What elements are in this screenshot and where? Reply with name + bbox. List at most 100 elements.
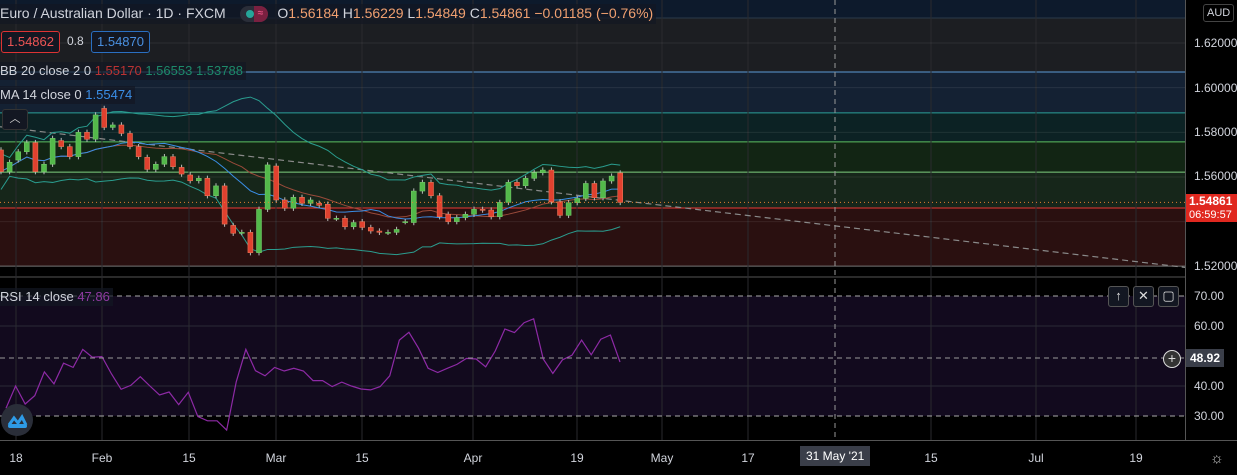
candle-body bbox=[118, 124, 125, 134]
candle-body bbox=[514, 182, 520, 186]
time-tick: Mar bbox=[265, 451, 287, 465]
symbol-title[interactable]: Euro / Australian Dollar · 1D · FXCM bbox=[0, 5, 226, 21]
bar-countdown: 06:59:57 bbox=[1189, 209, 1232, 221]
bb-legend[interactable]: BB 20 close 2 0 1.55170 1.56553 1.53788 bbox=[0, 62, 246, 80]
fib-band bbox=[0, 112, 1185, 142]
candle-body bbox=[522, 178, 529, 186]
candle-body bbox=[574, 198, 580, 203]
rsi-tick: 30.00 bbox=[1194, 409, 1225, 423]
candle-body bbox=[333, 218, 340, 220]
time-tick: 15 bbox=[182, 451, 196, 465]
candle-body bbox=[24, 142, 30, 152]
candle-body bbox=[342, 218, 348, 228]
candle-body bbox=[256, 209, 262, 253]
rsi-tick: 70.00 bbox=[1194, 289, 1225, 303]
add-plus-icon[interactable]: + bbox=[1163, 350, 1181, 368]
tradingview-logo-icon[interactable] bbox=[1, 404, 33, 436]
candle-body bbox=[196, 178, 202, 182]
market-status-toggle[interactable]: ≈ bbox=[239, 6, 268, 23]
candle-body bbox=[479, 209, 486, 211]
price-tick: 1.56000 bbox=[1194, 169, 1237, 183]
candle-body bbox=[239, 232, 245, 234]
candle-body bbox=[316, 203, 322, 206]
candle-body bbox=[462, 214, 469, 218]
candle-body bbox=[531, 172, 537, 179]
candle-body bbox=[591, 183, 598, 198]
candle-body bbox=[75, 132, 82, 157]
time-tick: 17 bbox=[741, 451, 755, 465]
time-axis[interactable]: 18 Feb 15 Mar 15 Apr 19 May 17 15 Jul 19 bbox=[0, 440, 1237, 475]
candle-body bbox=[213, 185, 219, 196]
candle-body bbox=[385, 232, 391, 234]
candle-body bbox=[170, 156, 176, 167]
rsi-band bbox=[0, 296, 1185, 416]
rsi-tick: 60.00 bbox=[1194, 319, 1225, 333]
candle-body bbox=[282, 199, 288, 209]
wave-icon: ≈ bbox=[253, 6, 268, 23]
candle-body bbox=[471, 209, 477, 215]
candle-body bbox=[49, 138, 56, 165]
candle-body bbox=[264, 164, 271, 210]
candle-body bbox=[0, 149, 4, 172]
candle-body bbox=[92, 114, 99, 140]
candle-body bbox=[454, 217, 460, 222]
candle-body bbox=[445, 214, 451, 222]
currency-button[interactable]: AUD bbox=[1203, 4, 1235, 22]
candle-body bbox=[127, 133, 133, 147]
candle-body bbox=[204, 178, 211, 196]
candle-body bbox=[135, 146, 142, 157]
candle-body bbox=[273, 165, 279, 201]
candle-body bbox=[290, 197, 297, 209]
candle-body bbox=[497, 202, 503, 217]
candle-body bbox=[617, 172, 623, 203]
time-tick: 15 bbox=[924, 451, 938, 465]
spread-value: 0.8 bbox=[67, 34, 84, 48]
ma-legend[interactable]: MA 14 close 0 1.55474 bbox=[0, 86, 136, 104]
candle-body bbox=[187, 174, 193, 182]
candle-body bbox=[402, 221, 408, 223]
candle-body bbox=[548, 169, 555, 203]
candle-body bbox=[178, 167, 185, 175]
rsi-tick: 40.00 bbox=[1194, 379, 1225, 393]
sell-button[interactable]: 1.54862 bbox=[1, 31, 60, 53]
candle-body bbox=[359, 221, 365, 228]
buy-button[interactable]: 1.54870 bbox=[91, 31, 150, 53]
candle-body bbox=[325, 203, 331, 219]
candle-body bbox=[101, 108, 107, 128]
candle-body bbox=[393, 229, 400, 233]
collapse-legend-chevron-up-icon[interactable]: ︿ bbox=[2, 109, 28, 130]
ohlc-values: O1.56184 H1.56229 L1.54849 C1.54861 −0.0… bbox=[277, 5, 654, 21]
time-tick: 18 bbox=[9, 451, 23, 465]
candle-body bbox=[488, 209, 494, 217]
candle-body bbox=[350, 222, 357, 228]
candle-body bbox=[221, 185, 228, 225]
candle-body bbox=[144, 157, 150, 170]
time-tick: 19 bbox=[570, 451, 584, 465]
maximize-pane-icon[interactable]: ▢ bbox=[1158, 286, 1179, 307]
crosshair-date-label: 31 May '21 bbox=[800, 446, 871, 466]
candle-body bbox=[428, 182, 434, 196]
time-tick: Apr bbox=[463, 451, 483, 465]
candle-body bbox=[230, 225, 236, 234]
settings-gear-icon[interactable]: ☼ bbox=[1210, 450, 1224, 467]
price-tick: 1.52000 bbox=[1194, 259, 1237, 273]
candle-body bbox=[436, 195, 443, 217]
price-tick: 1.58000 bbox=[1194, 125, 1237, 139]
rsi-legend[interactable]: RSI 14 close 47.86 bbox=[0, 288, 113, 306]
candle-body bbox=[32, 142, 39, 172]
candle-body bbox=[505, 182, 512, 203]
candle-body bbox=[540, 169, 546, 173]
candle-body bbox=[110, 124, 116, 128]
candle-body bbox=[15, 151, 21, 161]
time-tick: May bbox=[650, 451, 674, 465]
close-pane-icon[interactable]: ✕ bbox=[1133, 286, 1154, 307]
candle-body bbox=[583, 183, 589, 199]
candle-body bbox=[84, 132, 90, 140]
candle-body bbox=[58, 140, 64, 147]
candle-body bbox=[41, 164, 47, 172]
candle-body bbox=[411, 190, 417, 223]
symbol-legend: Euro / Australian Dollar · 1D · FXCM ≈ O… bbox=[0, 4, 657, 25]
move-pane-up-icon[interactable]: ↑ bbox=[1108, 286, 1129, 307]
market-open-dot-icon bbox=[245, 10, 254, 19]
candle-body bbox=[161, 156, 168, 165]
